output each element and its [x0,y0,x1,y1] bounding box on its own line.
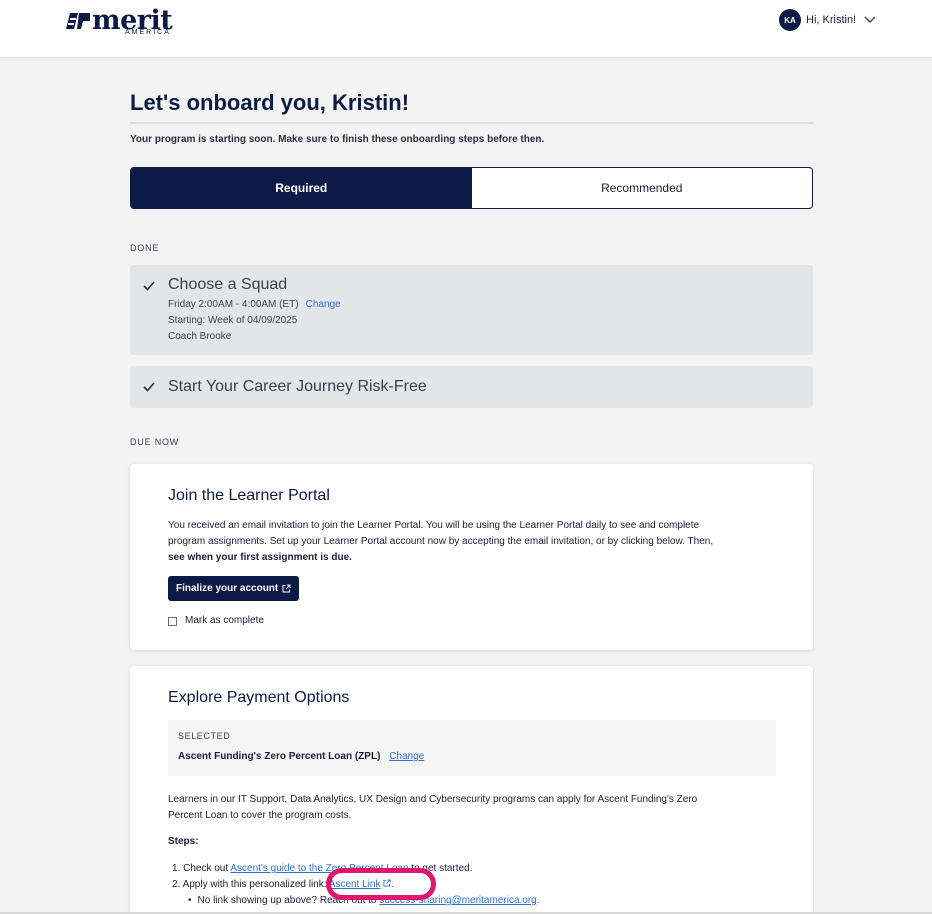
selected-payment-box: SELECTED Ascent Funding's Zero Percent L… [168,720,776,776]
change-payment-link[interactable]: Change [389,751,424,762]
payment-text-line: Learners in our IT Support, Data Analyti… [168,794,698,805]
annotation-highlight-ring [326,868,436,900]
squad-schedule-text: Friday 2:00AM - 4:00AM (ET) [168,299,299,310]
avatar: KA [779,9,801,31]
learner-portal-description: You received an email invitation to join… [168,518,778,566]
finalize-account-button[interactable]: Finalize your account [168,576,300,601]
step-2-prefix: 2. Apply with this personalized link: [172,879,329,890]
done-item-title: Start Your Career Journey Risk-Free [168,378,427,395]
page-title: Let's onboard you, Kristin! [130,90,410,115]
payment-description: Learners in our IT Support, Data Analyti… [168,792,778,824]
mark-complete-label[interactable]: Mark as complete [185,615,264,626]
page-subtitle: Your program is starting soon. Make sure… [130,134,545,145]
payment-text-line: Percent Loan to cover the program costs. [168,810,352,821]
change-squad-link[interactable]: Change [306,299,341,310]
learner-portal-text-line: program assignments. Set up your Learner… [168,536,714,547]
section-label-due-now: DUE NOW [130,437,180,447]
learner-portal-title: Join the Learner Portal [168,487,330,504]
done-item-choose-squad: Choose a Squad Friday 2:00AM - 4:00AM (E… [130,265,813,355]
steps-heading: Steps: [168,836,199,847]
selected-payment-value: Ascent Funding's Zero Percent Loan (ZPL)… [178,751,424,762]
payment-options-title: Explore Payment Options [168,689,350,706]
done-item-career-journey: Start Your Career Journey Risk-Free [130,366,813,408]
selected-payment-name: Ascent Funding's Zero Percent Loan (ZPL) [178,751,381,762]
squad-schedule: Friday 2:00AM - 4:00AM (ET) Change [168,299,341,310]
squad-start-date: Starting: Week of 04/09/2025 [168,315,298,326]
bullet-dot: • [188,895,192,906]
done-item-title: Choose a Squad [168,276,288,293]
learner-portal-text-bold: see when your first assignment is due. [168,552,352,563]
onboarding-tabs: Required Recommended [130,167,813,209]
tab-recommended[interactable]: Recommended [472,168,813,208]
finalize-account-label: Finalize your account [176,583,279,594]
user-menu[interactable]: KA Hi, Kristin! [779,9,876,31]
learner-portal-text-line: You received an email invitation to join… [168,520,700,531]
mark-complete-checkbox[interactable] [168,617,177,626]
payment-options-card: Explore Payment Options SELECTED Ascent … [130,666,813,914]
logo-subtext: AMERICA [125,29,171,36]
logo-mark-icon [66,13,90,29]
bullet-suffix: . [536,895,540,906]
checkmark-icon [143,382,155,392]
selected-label: SELECTED [178,731,231,741]
checkmark-icon [143,281,155,291]
merit-america-logo[interactable]: merit AMERICA [66,5,176,38]
learner-portal-card: Join the Learner Portal You received an … [130,464,813,650]
external-link-icon [282,584,291,593]
step-1-prefix: 1. Check out [172,863,231,874]
top-navigation-bar: merit AMERICA KA Hi, Kristin! [0,0,932,58]
squad-coach: Coach Brooke [168,331,232,342]
tab-required[interactable]: Required [131,168,472,208]
section-label-done: DONE [130,243,160,253]
title-divider [130,122,813,124]
user-greeting: Hi, Kristin! [806,14,857,26]
chevron-down-icon [864,16,876,23]
